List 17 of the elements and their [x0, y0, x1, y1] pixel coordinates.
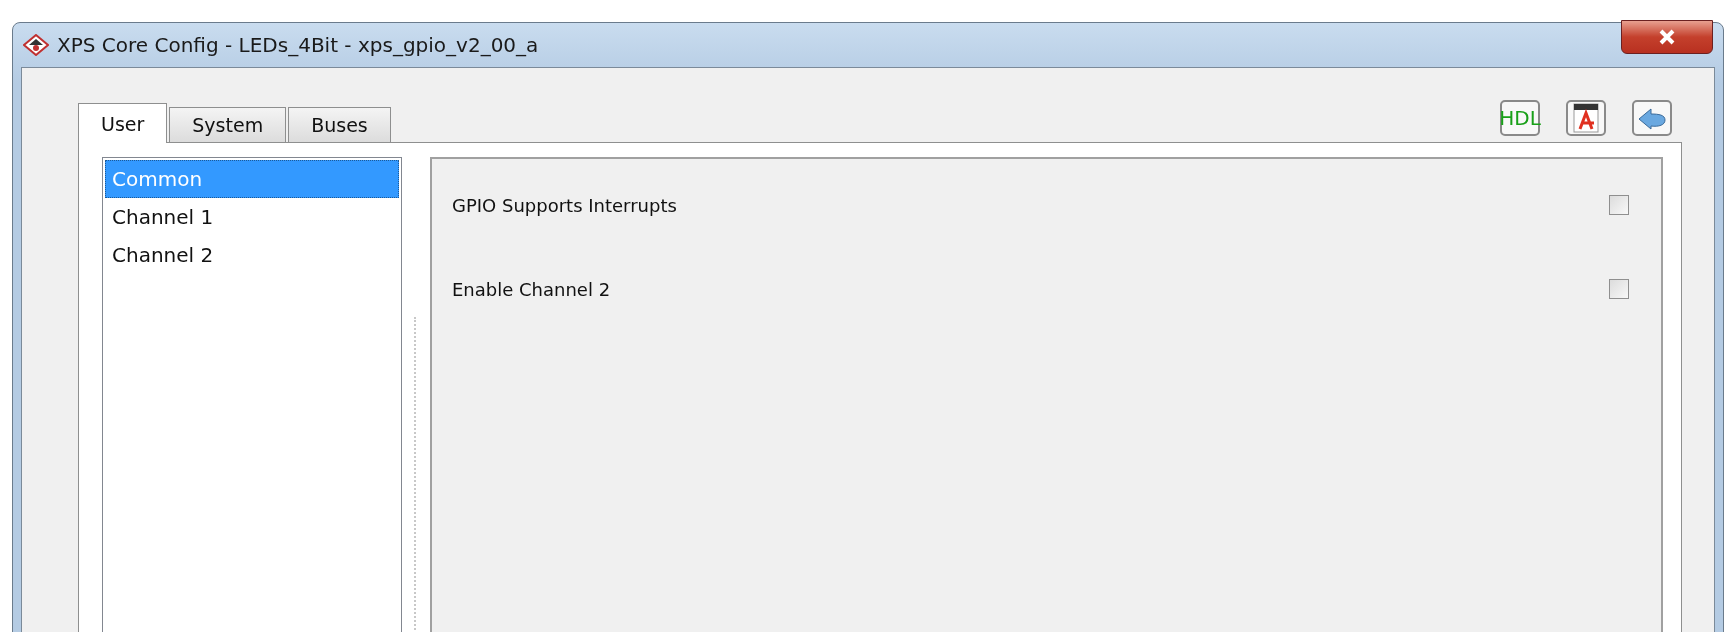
option-label: GPIO Supports Interrupts: [452, 194, 677, 216]
tab[interactable]: System: [169, 107, 287, 143]
app-logo-icon: [23, 34, 49, 56]
close-icon: [1658, 29, 1676, 45]
pdf-button[interactable]: [1566, 100, 1606, 136]
tab[interactable]: User: [78, 103, 168, 143]
checkbox[interactable]: [1609, 195, 1629, 215]
pdf-document-icon: [1572, 103, 1600, 133]
arrow-icon: [1637, 105, 1667, 131]
close-button[interactable]: [1621, 20, 1713, 54]
back-button[interactable]: [1632, 100, 1672, 136]
option-label: Enable Channel 2: [452, 278, 611, 300]
window-title: XPS Core Config - LEDs_4Bit - xps_gpio_v2_00_a: [57, 33, 539, 57]
list-item[interactable]: Channel 2: [105, 236, 399, 274]
checkbox[interactable]: [1609, 279, 1629, 299]
list-item[interactable]: Channel 1: [105, 198, 399, 236]
tab[interactable]: Buses: [288, 107, 391, 143]
